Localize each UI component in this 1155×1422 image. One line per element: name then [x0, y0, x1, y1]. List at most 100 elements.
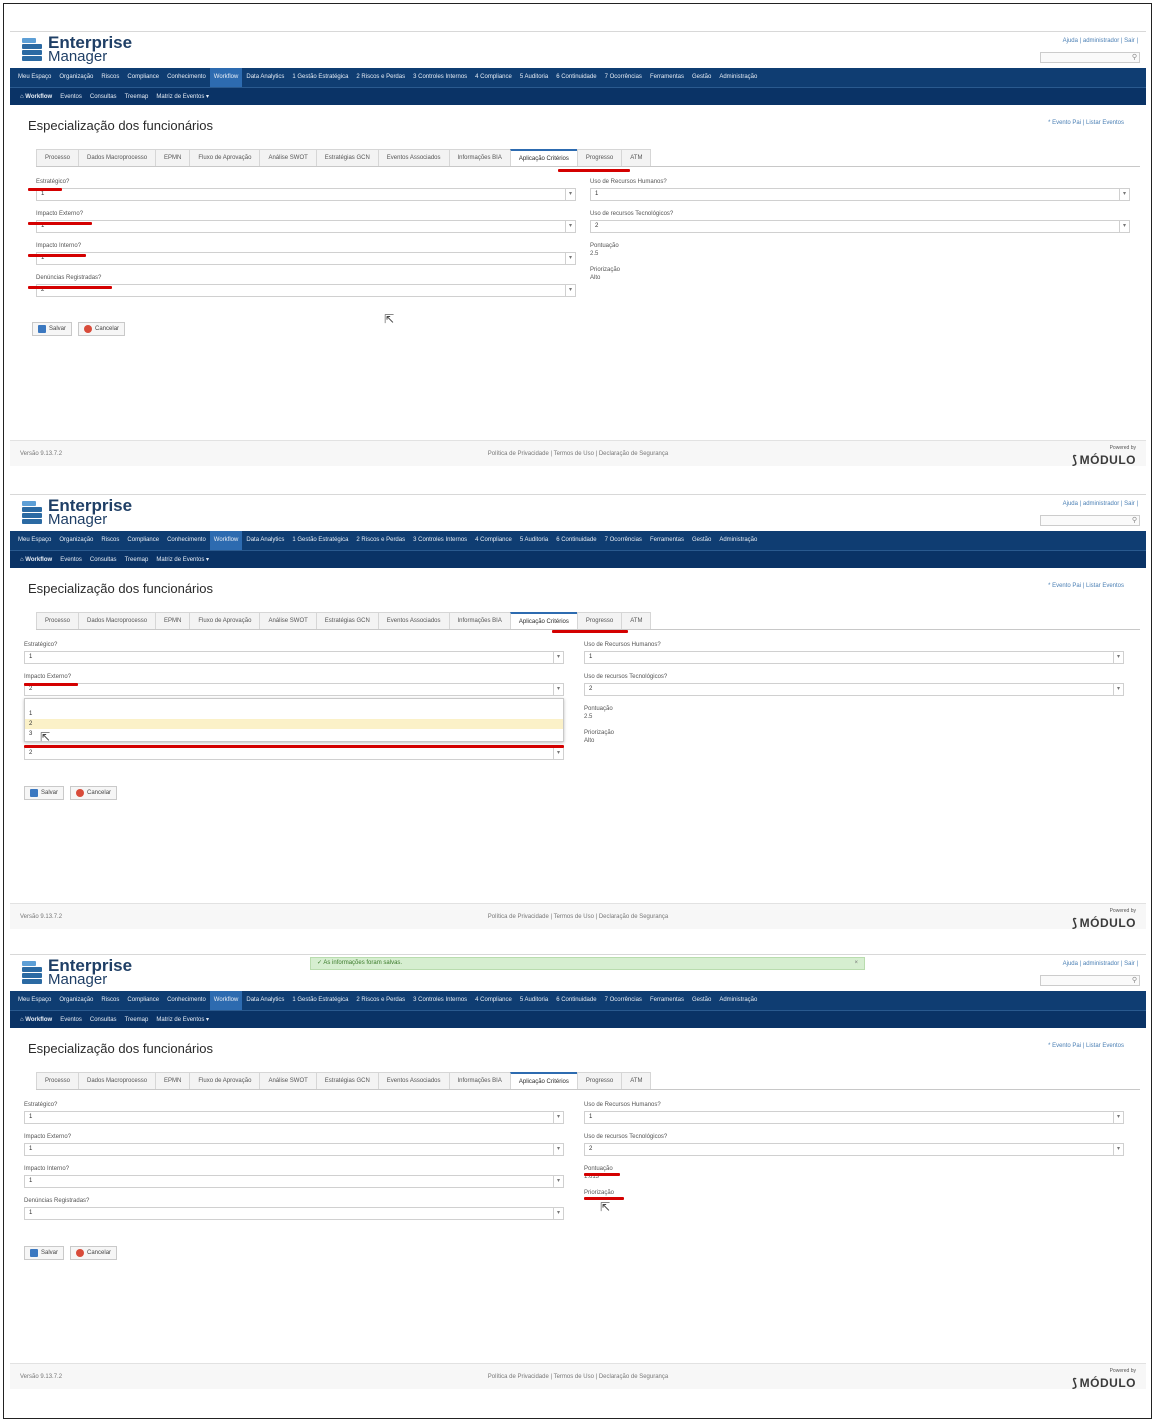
select-recursos-tecnologicos[interactable]: 2 ▾	[584, 683, 1124, 696]
menu-item[interactable]: 1 Gestão Estratégica	[288, 991, 352, 1010]
menu-item[interactable]: Meu Espaço	[14, 68, 55, 87]
menu-item[interactable]: 3 Controles Internos	[409, 991, 471, 1010]
app-logo[interactable]: Enterprise Manager	[22, 34, 132, 64]
menu-item[interactable]: 4 Compliance	[471, 68, 516, 87]
chevron-down-icon[interactable]: ▾	[553, 748, 563, 759]
chevron-down-icon[interactable]: ▾	[553, 1144, 563, 1155]
tab[interactable]: Eventos Associados	[377, 612, 450, 629]
chevron-down-icon[interactable]: ▾	[1119, 189, 1129, 200]
select-impacto-interno[interactable]: 1 ▾	[36, 252, 576, 265]
tab[interactable]: Estratégias GCN	[315, 612, 379, 629]
sub-menu-home[interactable]: ⌂ Workflow	[16, 1017, 56, 1023]
sub-menu-home[interactable]: ⌂ Workflow	[16, 557, 56, 563]
magnifier-icon[interactable]: ⚲	[1132, 53, 1137, 63]
tab[interactable]: Dados Macroprocesso	[78, 1072, 157, 1089]
tab[interactable]: Estratégias GCN	[315, 1072, 379, 1089]
save-button[interactable]: Salvar	[24, 1246, 65, 1260]
menu-item[interactable]: Compliance	[123, 991, 163, 1010]
menu-item[interactable]: 1 Gestão Estratégica	[288, 531, 352, 550]
search-input[interactable]: ⚲	[1040, 515, 1140, 526]
select-impacto-externo[interactable]: 2 ▾	[24, 683, 564, 696]
tab[interactable]: Processo	[36, 612, 80, 629]
tab[interactable]: Progresso	[576, 1072, 623, 1089]
menu-item[interactable]: Organização	[55, 531, 97, 550]
cancel-button[interactable]: Cancelar	[70, 1246, 118, 1260]
tab[interactable]: Informações BIA	[448, 1072, 511, 1089]
menu-item[interactable]: Administração	[715, 531, 761, 550]
menu-item[interactable]: Gestão	[688, 531, 715, 550]
top-links[interactable]: Ajuda | administrador | Sair |	[1063, 38, 1138, 44]
menu-item[interactable]: 3 Controles Internos	[409, 531, 471, 550]
select-denuncias[interactable]: 1 ▾	[24, 1207, 564, 1220]
select-recursos-humanos[interactable]: 1 ▾	[584, 651, 1124, 664]
select-recursos-humanos[interactable]: 1 ▾	[584, 1111, 1124, 1124]
tab[interactable]: Eventos Associados	[377, 1072, 450, 1089]
menu-item[interactable]: 6 Continuidade	[552, 991, 600, 1010]
menu-item[interactable]: 7 Ocorrências	[601, 991, 646, 1010]
menu-item[interactable]: Organização	[55, 68, 97, 87]
menu-item[interactable]: Riscos	[97, 68, 123, 87]
chevron-down-icon[interactable]: ▾	[553, 1176, 563, 1187]
select-estrategico[interactable]: 1 ▾	[24, 651, 564, 664]
search-input[interactable]: ⚲	[1040, 975, 1140, 986]
sub-menu-home[interactable]: ⌂ Workflow	[16, 94, 56, 100]
menu-item[interactable]: Gestão	[688, 991, 715, 1010]
select-estrategico[interactable]: 1 ▾	[36, 188, 576, 201]
menu-item[interactable]: Organização	[55, 991, 97, 1010]
tab[interactable]: Dados Macroprocesso	[78, 612, 157, 629]
save-button[interactable]: Salvar	[24, 786, 65, 800]
top-links[interactable]: Ajuda | administrador | Sair |	[1063, 501, 1138, 507]
page-links[interactable]: * Evento Pai | Listar Eventos	[1048, 583, 1124, 589]
menu-item[interactable]: Ferramentas	[646, 531, 688, 550]
tab[interactable]: ATM	[621, 149, 652, 166]
footer-links[interactable]: Política de Privacidade | Termos de Uso …	[10, 914, 1146, 920]
menu-item[interactable]: 7 Ocorrências	[601, 531, 646, 550]
sub-menu-item[interactable]: Consultas	[86, 1017, 121, 1023]
sub-menu-item[interactable]: Treemap	[121, 1017, 153, 1023]
chevron-down-icon[interactable]: ▾	[565, 253, 575, 264]
menu-item[interactable]: Data Analytics	[242, 991, 288, 1010]
tab[interactable]: Processo	[36, 1072, 80, 1089]
top-links[interactable]: Ajuda | administrador | Sair |	[1063, 961, 1138, 967]
menu-item[interactable]: Workflow	[209, 68, 243, 87]
sub-menu-item[interactable]: Matriz de Eventos ▾	[152, 556, 213, 563]
sub-menu-item[interactable]: Treemap	[121, 557, 153, 563]
menu-item[interactable]: 4 Compliance	[471, 991, 516, 1010]
chevron-down-icon[interactable]: ▾	[1113, 684, 1123, 695]
chevron-down-icon[interactable]: ▾	[565, 221, 575, 232]
page-links[interactable]: * Evento Pai | Listar Eventos	[1048, 120, 1124, 126]
menu-item[interactable]: Riscos	[97, 991, 123, 1010]
search-input[interactable]: ⚲	[1040, 52, 1140, 63]
menu-item[interactable]: Workflow	[209, 531, 243, 550]
menu-item[interactable]: Conhecimento	[163, 68, 210, 87]
close-icon[interactable]: ×	[854, 958, 858, 969]
tab[interactable]: Aplicação Critérios	[509, 1072, 578, 1089]
menu-item[interactable]: 1 Gestão Estratégica	[288, 68, 352, 87]
dropdown-option[interactable]: 3	[25, 729, 563, 739]
chevron-down-icon[interactable]: ▾	[1119, 221, 1129, 232]
select-impacto-externo[interactable]: 1 ▾	[24, 1143, 564, 1156]
sub-menu-item[interactable]: Matriz de Eventos ▾	[152, 1016, 213, 1023]
tab[interactable]: EPMN	[155, 612, 191, 629]
menu-item[interactable]: 6 Continuidade	[552, 68, 600, 87]
chevron-down-icon[interactable]: ▾	[553, 652, 563, 663]
menu-item[interactable]: Administração	[715, 68, 761, 87]
chevron-down-icon[interactable]: ▾	[553, 684, 563, 695]
menu-item[interactable]: 5 Auditoria	[516, 68, 552, 87]
sub-menu-item[interactable]: Consultas	[86, 557, 121, 563]
select-recursos-humanos[interactable]: 1 ▾	[590, 188, 1130, 201]
dropdown-option-selected[interactable]: 2	[25, 719, 563, 729]
menu-item[interactable]: Data Analytics	[242, 531, 288, 550]
tab[interactable]: Análise SWOT	[259, 149, 317, 166]
app-logo[interactable]: Enterprise Manager	[22, 497, 132, 527]
tab[interactable]: Eventos Associados	[377, 149, 450, 166]
menu-item[interactable]: 5 Auditoria	[516, 531, 552, 550]
tab[interactable]: EPMN	[155, 1072, 191, 1089]
sub-menu-item[interactable]: Eventos	[56, 1017, 86, 1023]
menu-item[interactable]: Meu Espaço	[14, 991, 55, 1010]
tab[interactable]: Processo	[36, 149, 80, 166]
menu-item[interactable]: Conhecimento	[163, 991, 210, 1010]
menu-item[interactable]: 2 Riscos e Perdas	[352, 68, 409, 87]
menu-item[interactable]: 4 Compliance	[471, 531, 516, 550]
menu-item[interactable]: 7 Ocorrências	[601, 68, 646, 87]
